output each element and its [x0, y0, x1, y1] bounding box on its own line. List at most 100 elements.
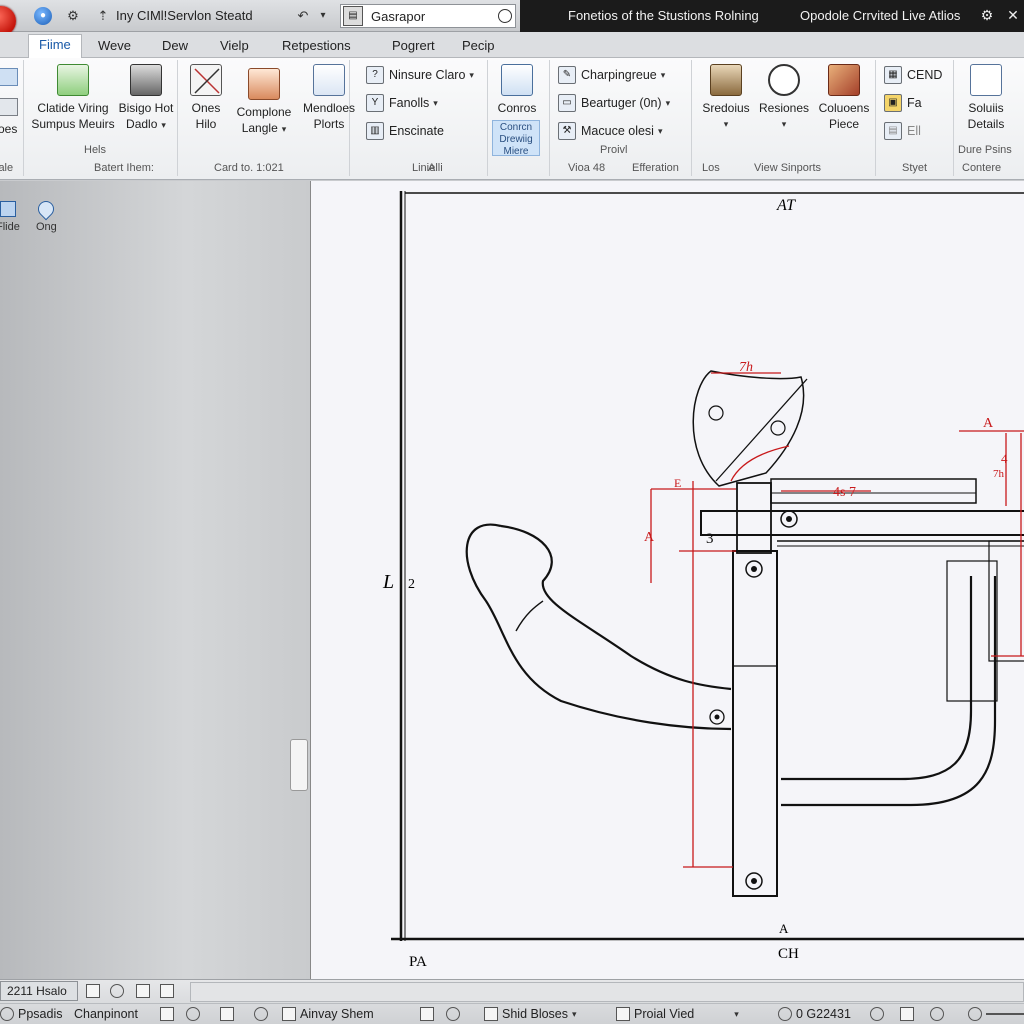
details-doc-icon — [970, 64, 1002, 96]
globe-icon[interactable]: ● — [34, 7, 52, 25]
group-label: Vioa 48 — [568, 162, 606, 174]
undo-icon[interactable]: ↶ — [294, 7, 312, 25]
menu-view[interactable]: Weve — [88, 36, 141, 55]
title-bar: ● ⚙ ⇡ Iny CIMl!Servlon Steatd ↶ ▾ ▤ Gasr… — [0, 0, 1024, 36]
spreadsheet-icon — [57, 64, 89, 96]
zoom-slider[interactable] — [968, 1007, 1024, 1021]
complone-button[interactable]: Complone Langle ▾ — [232, 68, 296, 137]
search-icon[interactable] — [498, 9, 512, 23]
soluiis-details-button[interactable]: Soluiis Details — [956, 64, 1016, 132]
model-icon[interactable] — [220, 1007, 238, 1021]
chevron-down-icon[interactable]: ▾ — [314, 7, 332, 25]
menu-program[interactable]: Pogrert — [382, 36, 445, 55]
file-icon — [0, 201, 16, 217]
workspace-icon[interactable] — [254, 1007, 272, 1021]
command-line[interactable] — [190, 982, 1024, 1002]
coluoens-piece-button[interactable]: Coluoens Piece — [814, 64, 874, 132]
status-item-layouts[interactable]: Ppsadis — [0, 1007, 62, 1021]
grid-icon — [501, 64, 533, 96]
window-icon: ▭ — [558, 94, 576, 112]
status-item-view[interactable]: Proial Vied ▾ — [616, 1007, 739, 1021]
ortho-icon[interactable] — [136, 984, 154, 998]
menu-file[interactable]: Fiime — [28, 34, 82, 60]
label-top: AT — [776, 197, 796, 214]
resiones-button[interactable]: Resiones ▾ — [756, 64, 812, 132]
menu-bar: Fiime Weve Dew Vielp Retpestions Pogrert… — [0, 32, 1024, 60]
vertical-post — [732, 550, 778, 897]
charpingreue-button[interactable]: ✎ Charpingreue ▾ — [558, 66, 665, 84]
format-icon[interactable] — [0, 98, 18, 116]
dim-right-a: A — [983, 416, 994, 431]
isolate-icon[interactable] — [930, 1007, 948, 1021]
view-cube-icon[interactable] — [160, 1007, 178, 1021]
measure-icon: ? — [366, 66, 384, 84]
ribbon-btn-label[interactable]: oes — [0, 122, 17, 136]
menu-help[interactable]: Vielp — [210, 36, 259, 55]
conrcn-drewiig-button[interactable]: Conrcn Drewiig Miere — [492, 120, 540, 157]
status-item-coord[interactable]: 0 G22431 — [778, 1007, 851, 1021]
lock-icon[interactable] — [870, 1007, 888, 1021]
search-value: Gasrapor — [371, 8, 426, 24]
pin-icon[interactable]: ⇡ — [94, 7, 112, 25]
menu-recipe[interactable]: Pecip — [452, 36, 505, 55]
menu-draw[interactable]: Dew — [152, 36, 198, 55]
group-label: Styet — [902, 162, 928, 174]
ribbon-group-clipboard: oes iale — [0, 60, 24, 176]
flide-tool[interactable]: Flide — [0, 201, 20, 233]
return-pipe-outer — [781, 576, 973, 781]
menu-properties[interactable]: Retpestions — [272, 36, 361, 55]
ribbon-group-details: Soluiis Details Dure Psins Contere — [956, 60, 1024, 176]
layer-icon: ▤ — [884, 122, 902, 140]
search-input[interactable]: ▤ Gasrapor — [340, 4, 516, 28]
settings-icon[interactable]: ⚙ — [978, 6, 996, 24]
fa-button[interactable]: ▣ Fa — [884, 94, 922, 112]
dim-top: 7h — [739, 360, 753, 375]
status-row-top: 2211 Hsalo — [0, 980, 1024, 1002]
ong-tool[interactable]: Ong — [35, 197, 58, 233]
scale-icon[interactable] — [446, 1007, 464, 1021]
ninsure-claro-button[interactable]: ? Ninsure Claro ▾ — [366, 66, 474, 84]
annotation-icon[interactable] — [420, 1007, 438, 1021]
dim-right-4: 4 — [1001, 451, 1008, 466]
coordinate-readout[interactable]: 2211 Hsalo — [0, 981, 78, 1001]
clatide-viring-button[interactable]: Clatide Viring Sumpus Meuirs — [30, 64, 116, 132]
ribbon-group-plots: Mendloes Plorts — [300, 60, 360, 176]
status-item-blocks[interactable]: Shid Bloses ▾ — [484, 1007, 577, 1021]
group-label: Contere — [962, 162, 1002, 174]
printer-icon — [130, 64, 162, 96]
search-mode-icon[interactable]: ▤ — [343, 6, 363, 26]
ribbon-group-line: ? Ninsure Claro ▾ Y Fanolls ▾ ▥ Enscinate Lin… — [360, 60, 488, 176]
status-item-component[interactable]: Chanpinont — [74, 1007, 138, 1021]
snap-icon[interactable] — [86, 984, 104, 998]
conros-button[interactable]: Conros — [488, 64, 546, 116]
beartuger-button[interactable]: ▭ Beartuger (0n) ▾ — [558, 94, 670, 112]
ell-button[interactable]: ▤ Ell — [884, 122, 921, 140]
sredoius-button[interactable]: Sredoius ▾ — [698, 64, 754, 132]
status-item-airway[interactable]: Ainvay Shem — [282, 1007, 374, 1021]
panel-splitter-handle[interactable] — [290, 739, 308, 791]
mendloes-plorts-button[interactable]: Mendloes Plorts — [300, 64, 358, 132]
label-bottom-center: CH — [778, 946, 799, 962]
hardware-icon[interactable] — [900, 1007, 918, 1021]
group-label: Efferation — [632, 162, 679, 174]
enscinate-button[interactable]: ▥ Enscinate — [366, 122, 444, 140]
bisigo-button[interactable]: Bisigo Hot Dadlo ▾ — [118, 64, 174, 133]
cend-button[interactable]: ▦ CEND — [884, 66, 942, 84]
drawing-canvas[interactable]: AT L 2 PA CH A 7h 4s 7 A 3 E A 4 7h — [310, 181, 1024, 979]
polar-icon[interactable] — [160, 984, 178, 998]
close-icon[interactable]: ✕ — [1004, 6, 1022, 24]
globe-status-icon[interactable] — [186, 1007, 204, 1021]
gear-icon[interactable]: ⚙ — [64, 7, 82, 25]
label-left-sub: 2 — [408, 577, 415, 592]
grid-toggle-icon[interactable] — [110, 984, 128, 998]
label-left: L — [382, 571, 394, 593]
wrench-icon: ⚒ — [558, 122, 576, 140]
document-title-strip: Fonetios of the Stustions Rolning Opodol… — [520, 0, 1024, 32]
status-bar: 2211 Hsalo Ppsadis Chanpinont Ainvay She… — [0, 979, 1024, 1024]
clipboard-icon[interactable] — [0, 68, 18, 86]
group-label: Batert Ihem: — [94, 162, 154, 174]
pencil-icon: ✎ — [558, 66, 576, 84]
ones-button[interactable]: Ones Hilo — [184, 64, 228, 132]
fanolls-button[interactable]: Y Fanolls ▾ — [366, 94, 438, 112]
macuce-olesi-button[interactable]: ⚒ Macuce olesi ▾ — [558, 122, 662, 140]
